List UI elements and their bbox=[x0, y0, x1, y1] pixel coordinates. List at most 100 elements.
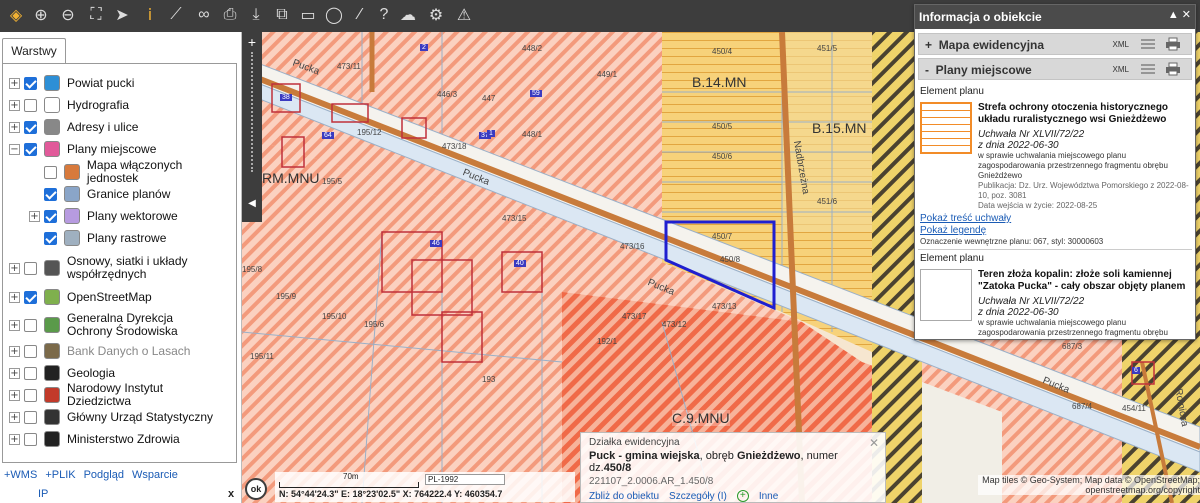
zoom-slider[interactable] bbox=[251, 52, 253, 172]
section-local-plans[interactable]: - Plany miejscowe XML bbox=[918, 58, 1192, 80]
layer-item[interactable]: + Narodowy Instytut Dziedzictwa bbox=[9, 382, 217, 408]
resolution-desc: w sprawie uchwalania miejscowego planu z… bbox=[978, 151, 1168, 180]
section-toggle[interactable]: - bbox=[925, 63, 929, 77]
pointer-icon[interactable]: ➤ bbox=[110, 3, 134, 27]
layer-checkbox[interactable] bbox=[44, 209, 57, 223]
layer-checkbox[interactable] bbox=[43, 165, 57, 179]
layer-item[interactable]: + Adresy i ulice bbox=[9, 116, 138, 138]
section-cadastral-map[interactable]: + Mapa ewidencyjna XML bbox=[918, 33, 1192, 55]
expand-toggle[interactable]: + bbox=[9, 345, 20, 357]
layer-item[interactable]: + Powiat pucki bbox=[9, 72, 134, 94]
print-icon[interactable] bbox=[1165, 37, 1181, 51]
plus-circle-icon[interactable]: + bbox=[736, 490, 749, 502]
layer-tree: + Powiat pucki + Hydrografia + Adresy i ulice… bbox=[2, 63, 237, 463]
layers-icon[interactable]: ◈ bbox=[4, 3, 28, 27]
layer-item[interactable]: + Ministerstwo Zdrowia bbox=[9, 428, 180, 450]
download-icon[interactable]: ⤓ bbox=[244, 3, 268, 27]
tab-layers[interactable]: Warstwy bbox=[2, 38, 66, 64]
layer-checkbox[interactable] bbox=[24, 120, 37, 134]
section-toggle[interactable]: + bbox=[925, 38, 932, 52]
footer-link[interactable]: +WMS bbox=[4, 469, 37, 481]
zoom-extent-icon[interactable]: ⛶ bbox=[84, 3, 108, 27]
print-icon[interactable]: ⎙ bbox=[218, 3, 242, 27]
zoom-in-button[interactable]: + bbox=[242, 34, 262, 50]
list-icon[interactable] bbox=[1141, 63, 1155, 75]
layer-checkbox[interactable] bbox=[44, 187, 57, 201]
layer-item[interactable]: + Generalna Dyrekcja Ochrony Środowiska bbox=[9, 310, 217, 340]
layer-label: Generalna Dyrekcja Ochrony Środowiska bbox=[67, 311, 178, 338]
layer-item[interactable]: + Hydrografia bbox=[9, 94, 129, 116]
layer-item[interactable]: + Główny Urząd Statystyczny bbox=[9, 406, 213, 428]
info-icon[interactable]: ⅰ bbox=[138, 3, 162, 27]
layer-checkbox[interactable] bbox=[24, 98, 37, 112]
layer-label: Bank Danych o Lasach bbox=[67, 343, 191, 358]
layer-item[interactable]: + Bank Danych o Lasach bbox=[9, 340, 190, 362]
layer-item[interactable]: + OpenStreetMap bbox=[9, 286, 152, 308]
warning-icon[interactable]: ⚠ bbox=[452, 3, 476, 27]
measure-icon[interactable]: ⟋ bbox=[164, 3, 188, 27]
layer-checkbox[interactable] bbox=[44, 231, 57, 245]
link-icon[interactable]: ∞ bbox=[192, 3, 216, 27]
expand-toggle[interactable]: + bbox=[9, 77, 20, 89]
expand-toggle[interactable]: + bbox=[9, 121, 20, 133]
expand-toggle[interactable]: + bbox=[9, 389, 20, 401]
xml-link[interactable]: XML bbox=[1113, 40, 1129, 49]
panel-controls[interactable]: ▲ ✕ bbox=[1168, 8, 1191, 21]
print-icon[interactable] bbox=[1165, 62, 1181, 76]
layer-item[interactable]: Granice planów bbox=[29, 183, 170, 205]
comment-icon[interactable]: ◯ bbox=[322, 3, 346, 27]
layer-checkbox[interactable] bbox=[24, 290, 37, 304]
layer-item[interactable]: − Plany miejscowe bbox=[9, 138, 156, 160]
expand-toggle[interactable]: + bbox=[29, 210, 40, 222]
ip-link[interactable]: IP bbox=[38, 488, 48, 500]
zoom-to-object-link[interactable]: Zbliż do obiektu bbox=[589, 491, 659, 502]
xml-link[interactable]: XML bbox=[1113, 65, 1129, 74]
details-link[interactable]: Szczegóły (I) bbox=[669, 491, 727, 502]
zoom-out-icon[interactable]: ⊖ bbox=[56, 3, 80, 27]
list-icon[interactable] bbox=[1141, 38, 1155, 50]
layer-checkbox[interactable] bbox=[24, 432, 37, 446]
parcel-label: 473/16 bbox=[620, 242, 645, 251]
parcel-label: 450/5 bbox=[712, 122, 733, 131]
footer-link[interactable]: +PLIK bbox=[45, 469, 75, 481]
settings-icon[interactable]: ⚙ bbox=[424, 3, 448, 27]
layer-checkbox[interactable] bbox=[24, 142, 37, 156]
layer-item[interactable]: + Osnowy, siatki i układy współrzędnych bbox=[9, 253, 217, 283]
ok-button[interactable]: ok bbox=[245, 478, 267, 500]
cloud-icon[interactable]: ☁ bbox=[396, 3, 420, 27]
crs-select[interactable]: PL-1992 bbox=[425, 474, 505, 485]
layer-checkbox[interactable] bbox=[24, 261, 37, 275]
layer-checkbox[interactable] bbox=[24, 388, 37, 402]
layer-checkbox[interactable] bbox=[24, 76, 37, 90]
footer-link[interactable]: Podgląd bbox=[84, 469, 124, 481]
more-link[interactable]: Inne bbox=[759, 491, 778, 502]
layer-item[interactable]: + Plany wektorowe bbox=[29, 205, 178, 227]
expand-toggle[interactable]: + bbox=[9, 411, 20, 423]
close-popup-button[interactable]: ✕ bbox=[869, 436, 879, 450]
show-legend-link[interactable]: Pokaż legendę bbox=[918, 225, 1192, 237]
expand-toggle[interactable]: + bbox=[9, 433, 20, 445]
layer-item[interactable]: Mapa włączonych jednostek bbox=[29, 159, 236, 185]
expand-toggle[interactable]: − bbox=[9, 143, 20, 155]
footer-link[interactable]: Wsparcie bbox=[132, 469, 178, 481]
layer-label: Geologia bbox=[67, 365, 116, 380]
draw-icon[interactable]: ∕ bbox=[348, 3, 372, 27]
layer-item[interactable]: Plany rastrowe bbox=[29, 227, 166, 249]
expand-toggle[interactable]: + bbox=[9, 367, 20, 379]
expand-toggle[interactable]: + bbox=[9, 262, 20, 274]
layer-checkbox[interactable] bbox=[24, 344, 37, 358]
close-panel-button[interactable]: x bbox=[228, 488, 234, 500]
layer-checkbox[interactable] bbox=[24, 366, 37, 380]
expand-toggle[interactable]: + bbox=[9, 99, 20, 111]
expand-toggle[interactable]: + bbox=[9, 319, 20, 331]
zoom-in-icon[interactable]: ⊕ bbox=[29, 3, 53, 27]
layer-checkbox[interactable] bbox=[24, 318, 37, 332]
window-icon[interactable]: ▭ bbox=[296, 3, 320, 27]
help-icon[interactable]: ? bbox=[372, 3, 396, 27]
show-resolution-link[interactable]: Pokaż treść uchwały bbox=[918, 213, 1192, 225]
collapse-panel-button[interactable]: ◀ bbox=[242, 192, 262, 216]
coat-of-arms-icon bbox=[43, 74, 61, 92]
export-icon[interactable]: ⧉ bbox=[270, 3, 294, 27]
layer-checkbox[interactable] bbox=[24, 410, 37, 424]
expand-toggle[interactable]: + bbox=[9, 291, 20, 303]
